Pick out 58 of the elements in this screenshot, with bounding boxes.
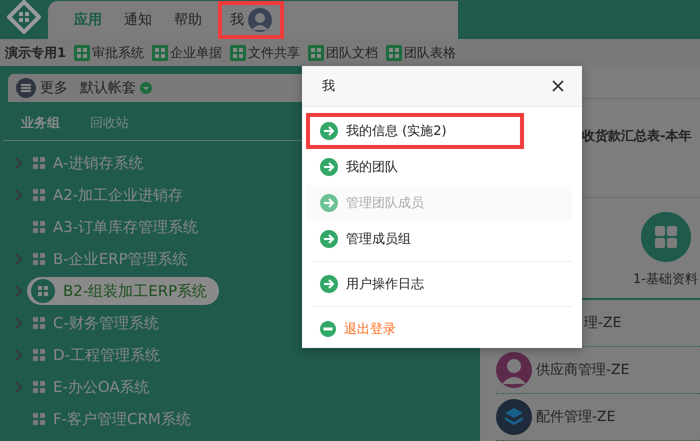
grid-icon [33, 349, 45, 361]
grid-icon [74, 44, 90, 60]
nav-tab[interactable]: 帮助 [168, 3, 208, 37]
person-icon [496, 352, 532, 388]
toolbar-link[interactable]: 团队文档 [308, 44, 378, 62]
chevron-icon[interactable] [15, 285, 23, 297]
minus-icon [320, 321, 336, 337]
tree-item[interactable]: C-财务管理系统 [33, 310, 169, 336]
chevron-icon[interactable] [15, 157, 23, 169]
menu-item[interactable]: 我的信息 (实施2) [306, 113, 524, 149]
toolbar-link[interactable]: 团队表格 [386, 44, 456, 62]
dialog-title: 我 [322, 78, 335, 95]
account-dropdown[interactable]: 默认帐套 [80, 79, 152, 97]
module-tile[interactable]: 1-基础资料 [633, 198, 698, 298]
toolbar-title: 演示专用1 [5, 44, 66, 62]
tree-item[interactable]: A-进销存系统 [33, 150, 154, 176]
more-button[interactable]: 更多 [16, 78, 68, 98]
chevron-icon[interactable] [15, 189, 23, 201]
grid-icon [152, 44, 168, 60]
tree-item[interactable]: D-工程管理系统 [33, 342, 170, 368]
grid-icon [230, 44, 246, 60]
caret-icon [140, 82, 152, 94]
grid-icon [308, 44, 324, 60]
layers-icon [496, 399, 532, 435]
tree-item[interactable]: F-客户管理CRM系统 [33, 406, 201, 432]
panel-tab[interactable]: 业务组 [21, 114, 60, 132]
panel-tab[interactable]: 回收站 [90, 114, 129, 132]
chevron-icon[interactable] [15, 253, 23, 265]
toolbar-link[interactable]: 企业单据 [152, 44, 222, 62]
close-icon[interactable] [552, 80, 564, 92]
chevron-icon[interactable] [15, 317, 23, 329]
grid-icon [33, 157, 45, 169]
grid-icon [33, 189, 45, 201]
avatar-icon [248, 8, 272, 32]
tree-item[interactable]: B2-组装加工ERP系统 [27, 277, 220, 305]
tree-item[interactable]: A3-订单库存管理系统 [33, 214, 208, 240]
chevron-icon[interactable] [15, 349, 23, 361]
grid-icon [33, 221, 45, 233]
grid-icon [640, 212, 691, 262]
grid-icon [33, 253, 45, 265]
logo-icon [7, 0, 41, 34]
toolbar-link[interactable]: 审批系统 [74, 44, 144, 62]
grid-icon [31, 279, 55, 303]
nav-tab[interactable]: 通知 [118, 3, 158, 37]
tree-item[interactable]: B-企业ERP管理系统 [33, 246, 198, 272]
grid-icon [33, 413, 45, 425]
toolbar-link[interactable]: 文件共享 [230, 44, 300, 62]
menu-item[interactable]: 用户操作日志 [306, 266, 524, 302]
grid-icon [33, 317, 45, 329]
grid-icon [386, 44, 402, 60]
menu-item[interactable]: 管理成员组 [306, 221, 524, 257]
grid-icon [33, 381, 45, 393]
nav-tab[interactable]: 应用 [68, 3, 108, 37]
chevron-icon[interactable] [15, 381, 23, 393]
tree-item[interactable]: A2-加工企业进销存 [33, 182, 194, 208]
tree-item[interactable]: E-办公OA系统 [33, 374, 160, 400]
module-link[interactable]: 配件管理-ZE [496, 394, 700, 441]
menu-icon [16, 78, 36, 98]
